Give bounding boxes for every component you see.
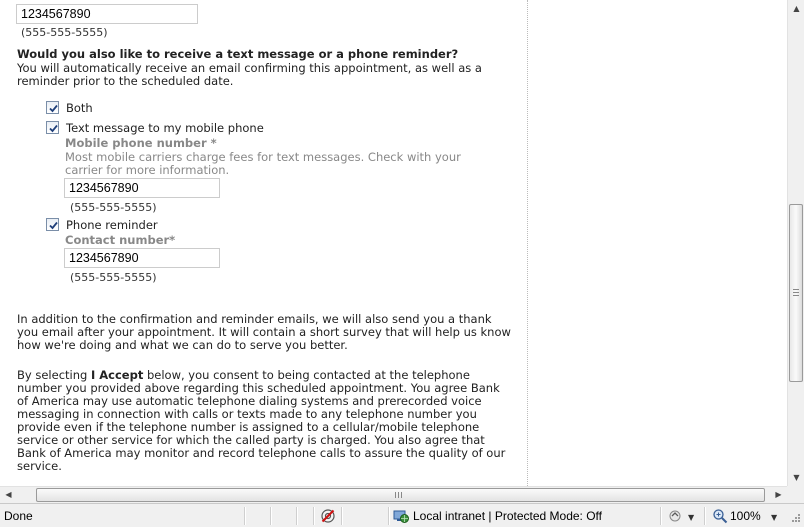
form-column: (555-555-5555) Would you also like to re… bbox=[0, 0, 528, 486]
mobile-number-label: Mobile phone number * bbox=[65, 136, 217, 150]
right-column bbox=[528, 0, 787, 486]
security-icon[interactable] bbox=[668, 508, 684, 524]
contact-number-input[interactable] bbox=[64, 248, 220, 268]
consent-paragraph-line: service. bbox=[17, 459, 62, 473]
privacy-icon[interactable] bbox=[320, 508, 336, 524]
status-bar: Done Local intranet | Protected Mode: Of… bbox=[0, 503, 804, 527]
status-text: Done bbox=[4, 509, 33, 523]
phone-format-hint: (555-555-5555) bbox=[21, 26, 108, 39]
status-separator bbox=[313, 507, 314, 525]
status-separator bbox=[660, 507, 661, 525]
magnifier-icon[interactable] bbox=[712, 508, 728, 524]
security-dropdown-chevron-icon[interactable]: ▼ bbox=[688, 513, 694, 522]
zoom-level-text[interactable]: 100% bbox=[730, 509, 761, 523]
mobile-number-input[interactable] bbox=[64, 178, 220, 198]
mobile-format-hint: (555-555-5555) bbox=[70, 201, 157, 214]
grip-line bbox=[398, 492, 399, 498]
grip-line bbox=[793, 289, 799, 290]
scroll-down-arrow-icon[interactable]: ▼ bbox=[788, 469, 804, 486]
scroll-left-arrow-icon[interactable]: ◀ bbox=[0, 486, 17, 503]
status-separator bbox=[704, 507, 705, 525]
thank-you-paragraph-line: how we're doing and what we can do to se… bbox=[17, 338, 348, 352]
checkmark-icon bbox=[49, 221, 58, 230]
grip-line bbox=[793, 292, 799, 293]
vertical-scrollbar[interactable]: ▲ ▼ bbox=[787, 0, 804, 486]
contact-number-label: Contact number* bbox=[65, 233, 176, 247]
scrollbar-corner bbox=[787, 486, 804, 503]
status-separator bbox=[296, 507, 297, 525]
grip-line bbox=[395, 492, 396, 498]
i-accept-emphasis: I Accept bbox=[90, 368, 144, 382]
page-viewport: (555-555-5555) Would you also like to re… bbox=[0, 0, 787, 486]
consent-paragraph-line: Bank of America may monitor and record t… bbox=[17, 446, 506, 460]
status-separator bbox=[244, 507, 245, 525]
status-separator bbox=[388, 507, 389, 525]
both-label: Both bbox=[66, 101, 93, 115]
status-separator bbox=[270, 507, 271, 525]
contact-format-hint: (555-555-5555) bbox=[70, 271, 157, 284]
text-message-checkbox[interactable] bbox=[46, 121, 59, 134]
checkmark-icon bbox=[49, 124, 58, 133]
phone-number-input[interactable] bbox=[16, 4, 198, 24]
reminder-description-line: reminder prior to the scheduled date. bbox=[17, 74, 234, 88]
status-separator bbox=[341, 507, 342, 525]
zoom-dropdown-chevron-icon[interactable]: ▼ bbox=[771, 513, 777, 522]
intranet-globe-icon bbox=[393, 508, 409, 524]
scroll-right-arrow-icon[interactable]: ▶ bbox=[770, 486, 787, 503]
both-checkbox[interactable] bbox=[46, 101, 59, 114]
consent-prefix: By selecting bbox=[17, 368, 91, 382]
grip-line bbox=[401, 492, 402, 498]
horizontal-scroll-thumb[interactable] bbox=[36, 488, 765, 502]
vertical-scroll-thumb[interactable] bbox=[789, 204, 803, 382]
security-zone-text[interactable]: Local intranet | Protected Mode: Off bbox=[413, 509, 602, 523]
text-message-label: Text message to my mobile phone bbox=[66, 121, 264, 135]
checkmark-icon bbox=[49, 104, 58, 113]
phone-reminder-checkbox[interactable] bbox=[46, 218, 59, 231]
mobile-fee-note-line: carrier for more information. bbox=[65, 163, 230, 177]
phone-reminder-label: Phone reminder bbox=[66, 218, 158, 232]
grip-line bbox=[793, 295, 799, 296]
scroll-up-arrow-icon[interactable]: ▲ bbox=[788, 0, 804, 17]
resize-grip-icon[interactable] bbox=[789, 513, 801, 525]
horizontal-scrollbar[interactable]: ◀ ▶ bbox=[0, 486, 787, 503]
consent-rest: below, you consent to being contacted at… bbox=[143, 368, 470, 382]
reminder-heading: Would you also like to receive a text me… bbox=[17, 47, 459, 61]
